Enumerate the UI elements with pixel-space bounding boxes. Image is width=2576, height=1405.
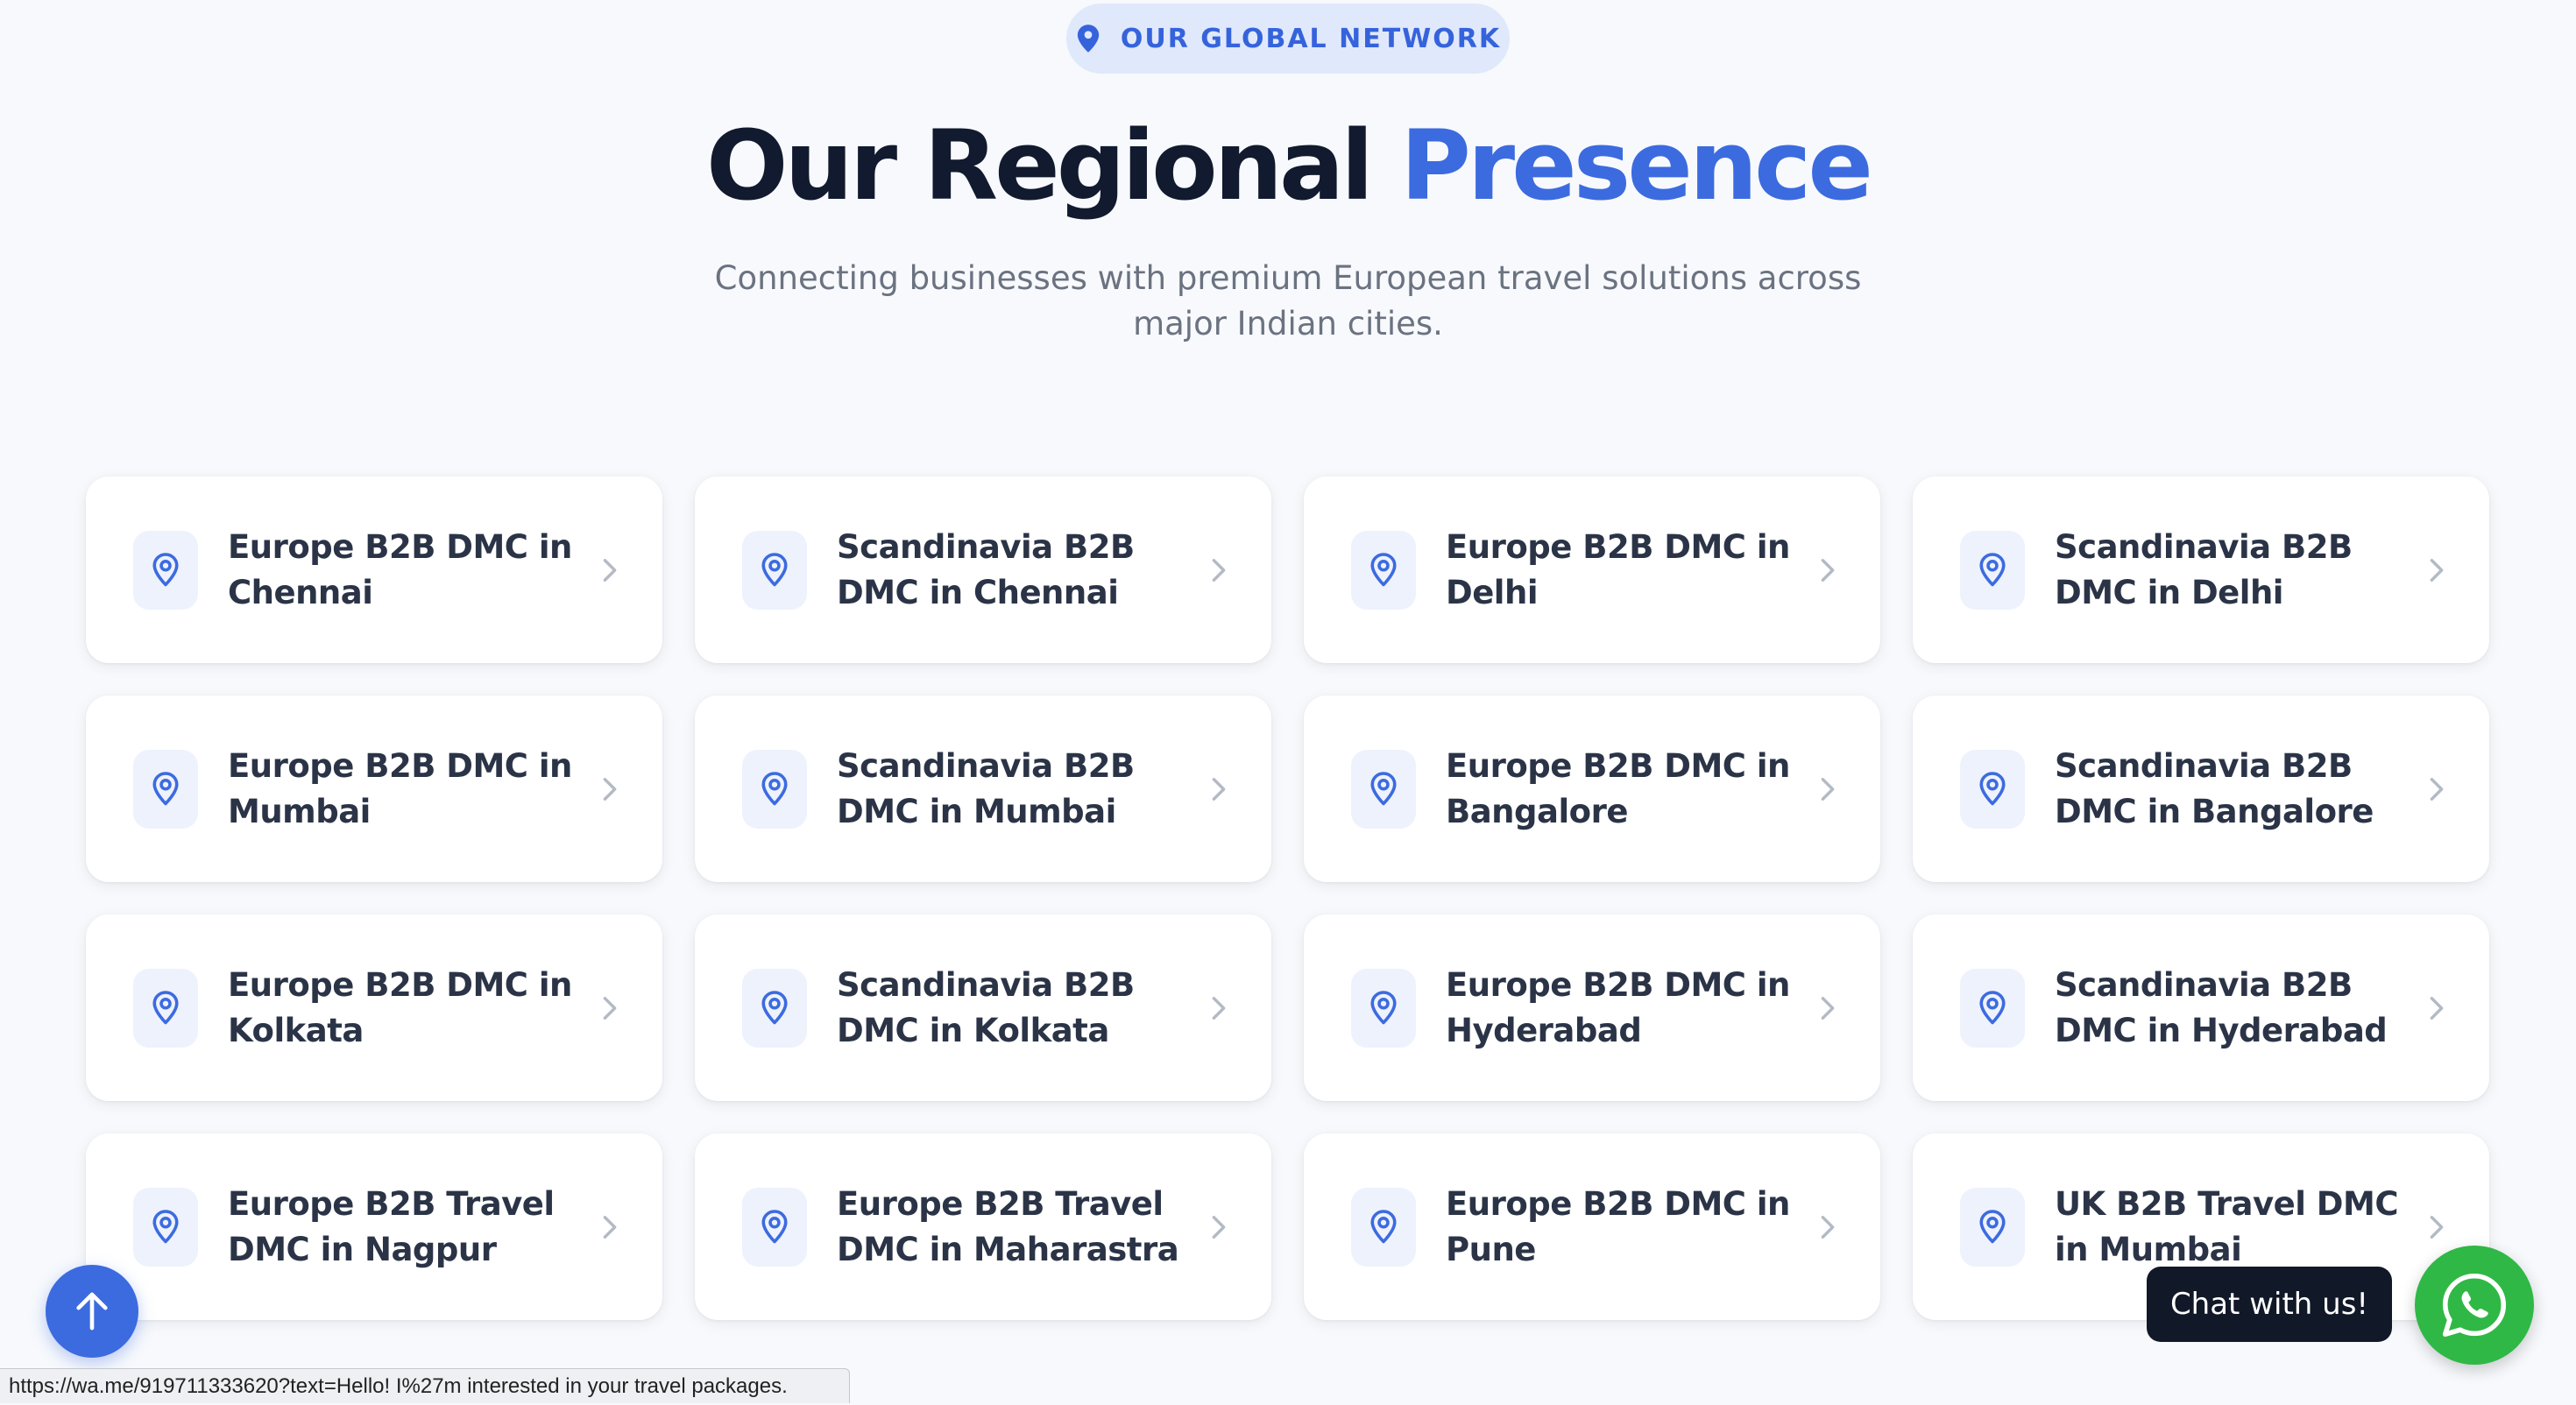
map-pin-icon xyxy=(152,1209,179,1243)
whatsapp-icon xyxy=(2442,1273,2507,1338)
pin-icon-box xyxy=(1960,968,2025,1048)
location-card-label: Scandinavia B2B DMC in Mumbai xyxy=(837,746,1135,830)
location-card-label: Europe B2B DMC in Chennai xyxy=(228,527,572,611)
location-card-label: Europe B2B DMC in Kolkata xyxy=(228,965,572,1049)
page-title-accent: Presence xyxy=(1400,109,1873,222)
location-card-label: Europe B2B Travel DMC in Maharastra xyxy=(837,1184,1179,1268)
chat-tooltip: Chat with us! xyxy=(2147,1267,2392,1342)
page-subtitle: Connecting businesses with premium Europ… xyxy=(714,259,1862,342)
location-card[interactable]: Europe B2B DMC in Kolkata xyxy=(86,914,662,1101)
location-card-label: UK B2B Travel DMC in Mumbai xyxy=(2055,1184,2398,1268)
chevron-right-icon xyxy=(2430,558,2444,582)
location-card[interactable]: Europe B2B DMC in Hyderabad xyxy=(1304,914,1880,1101)
location-card-label: Europe B2B DMC in Hyderabad xyxy=(1446,965,1790,1049)
location-card-label: Europe B2B DMC in Delhi xyxy=(1446,527,1790,611)
section-badge-label: OUR GLOBAL NETWORK xyxy=(1120,23,1502,54)
pin-icon-box xyxy=(1351,530,1416,610)
location-card[interactable]: Europe B2B DMC in Mumbai xyxy=(86,695,662,882)
chevron-right-icon xyxy=(2430,777,2444,801)
location-card-label: Scandinavia B2B DMC in Hyderabad xyxy=(2055,965,2388,1049)
location-card[interactable]: Scandinavia B2B DMC in Hyderabad xyxy=(1913,914,2489,1101)
whatsapp-button[interactable] xyxy=(2415,1246,2534,1365)
map-pin-icon xyxy=(1979,990,2006,1024)
location-card-label: Scandinavia B2B DMC in Delhi xyxy=(2055,527,2353,611)
pin-icon-box xyxy=(742,749,807,829)
map-pin-icon xyxy=(1370,1209,1397,1243)
map-pin-icon xyxy=(1077,25,1100,53)
map-pin-icon xyxy=(761,990,788,1024)
chevron-right-icon xyxy=(603,1215,617,1239)
pin-icon-box xyxy=(742,530,807,610)
map-pin-icon xyxy=(1979,771,2006,805)
location-card[interactable]: Europe B2B DMC in Chennai xyxy=(86,477,662,663)
pin-icon-box xyxy=(133,968,198,1048)
chevron-right-icon xyxy=(1212,996,1226,1020)
chevron-right-icon xyxy=(1821,558,1835,582)
chevron-right-icon xyxy=(1821,777,1835,801)
arrow-up-icon xyxy=(76,1292,108,1331)
pin-icon-box xyxy=(133,1187,198,1267)
location-card-label: Scandinavia B2B DMC in Bangalore xyxy=(2055,746,2374,830)
location-card[interactable]: Europe B2B DMC in Bangalore xyxy=(1304,695,1880,882)
location-card-label: Europe B2B DMC in Bangalore xyxy=(1446,746,1790,830)
location-card[interactable]: Scandinavia B2B DMC in Kolkata xyxy=(695,914,1271,1101)
map-pin-icon xyxy=(1370,990,1397,1024)
map-pin-icon xyxy=(1370,552,1397,586)
chevron-right-icon xyxy=(603,996,617,1020)
location-card-label: Europe B2B DMC in Pune xyxy=(1446,1184,1790,1268)
location-card-label: Scandinavia B2B DMC in Chennai xyxy=(837,527,1135,611)
chevron-right-icon xyxy=(1821,996,1835,1020)
location-card[interactable]: Scandinavia B2B DMC in Mumbai xyxy=(695,695,1271,882)
pin-icon-box xyxy=(1960,530,2025,610)
pin-icon-box xyxy=(1351,1187,1416,1267)
map-pin-icon xyxy=(1370,771,1397,805)
chevron-right-icon xyxy=(1212,777,1226,801)
location-card[interactable]: Scandinavia B2B DMC in Bangalore xyxy=(1913,695,2489,882)
location-card[interactable]: Europe B2B DMC in Delhi xyxy=(1304,477,1880,663)
pin-icon-box xyxy=(133,749,198,829)
pin-icon-box xyxy=(1960,1187,2025,1267)
map-pin-icon xyxy=(152,990,179,1024)
map-pin-icon xyxy=(761,771,788,805)
location-card[interactable]: Scandinavia B2B DMC in Chennai xyxy=(695,477,1271,663)
chevron-right-icon xyxy=(2430,1215,2444,1239)
chevron-right-icon xyxy=(1212,1215,1226,1239)
pin-icon-box xyxy=(1351,749,1416,829)
pin-icon-box xyxy=(742,968,807,1048)
location-card-label: Scandinavia B2B DMC in Kolkata xyxy=(837,965,1135,1049)
map-pin-icon xyxy=(152,552,179,586)
chevron-right-icon xyxy=(1212,558,1226,582)
map-pin-icon xyxy=(1979,552,2006,586)
map-pin-icon xyxy=(152,771,179,805)
location-card[interactable]: Europe B2B Travel DMC in Maharastra xyxy=(695,1133,1271,1320)
scroll-to-top-button[interactable] xyxy=(46,1265,138,1358)
map-pin-icon xyxy=(1979,1209,2006,1243)
page-title-main: Our Regional xyxy=(706,109,1401,222)
chevron-right-icon xyxy=(603,777,617,801)
page-title: Our Regional Presence xyxy=(0,109,2576,222)
map-pin-icon xyxy=(761,552,788,586)
pin-icon-box xyxy=(742,1187,807,1267)
chevron-right-icon xyxy=(1821,1215,1835,1239)
pin-icon-box xyxy=(133,530,198,610)
pin-icon-box xyxy=(1351,968,1416,1048)
location-card-label: Europe B2B DMC in Mumbai xyxy=(228,746,572,830)
location-card[interactable]: Europe B2B Travel DMC in Nagpur xyxy=(86,1133,662,1320)
location-card-label: Europe B2B Travel DMC in Nagpur xyxy=(228,1184,555,1268)
location-card[interactable]: Europe B2B DMC in Pune xyxy=(1304,1133,1880,1320)
browser-status-url: https://wa.me/919711333620?text=Hello! I… xyxy=(0,1368,850,1403)
pin-icon-box xyxy=(1960,749,2025,829)
chevron-right-icon xyxy=(2430,996,2444,1020)
chevron-right-icon xyxy=(603,558,617,582)
map-pin-icon xyxy=(761,1209,788,1243)
location-grid: Europe B2B DMC in Chennai Scandinavia B2B… xyxy=(86,477,2490,1320)
section-badge: OUR GLOBAL NETWORK xyxy=(1066,4,1510,74)
location-card[interactable]: Scandinavia B2B DMC in Delhi xyxy=(1913,477,2489,663)
